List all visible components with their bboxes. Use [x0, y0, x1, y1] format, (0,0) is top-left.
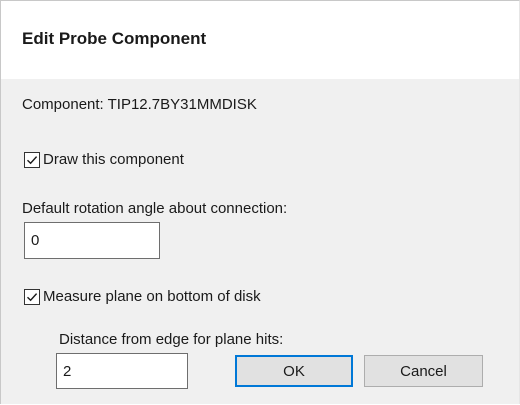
distance-from-edge-input[interactable]: 2 — [56, 353, 188, 389]
component-name-label: Component: TIP12.7BY31MMDISK — [22, 96, 257, 113]
title-bar: Edit Probe Component — [1, 1, 519, 79]
measure-plane-label: Measure plane on bottom of disk — [43, 288, 261, 305]
draw-component-label: Draw this component — [43, 151, 184, 168]
rotation-angle-label: Default rotation angle about connection: — [22, 200, 288, 217]
draw-component-checkbox[interactable] — [24, 151, 40, 168]
distance-from-edge-label: Distance from edge for plane hits: — [59, 331, 284, 348]
ok-button[interactable]: OK — [235, 355, 353, 387]
draw-component-checkbox-row[interactable]: Draw this component — [24, 151, 184, 168]
measure-plane-checkbox[interactable] — [24, 288, 40, 305]
checkmark-icon — [27, 292, 38, 301]
dialog-title: Edit Probe Component — [22, 29, 207, 48]
checkmark-icon — [27, 155, 38, 164]
rotation-angle-input[interactable]: 0 — [24, 222, 160, 259]
cancel-button[interactable]: Cancel — [364, 355, 483, 387]
edit-probe-component-dialog: Edit Probe Component Component: TIP12.7B… — [0, 0, 520, 404]
measure-plane-checkbox-row[interactable]: Measure plane on bottom of disk — [24, 288, 261, 305]
